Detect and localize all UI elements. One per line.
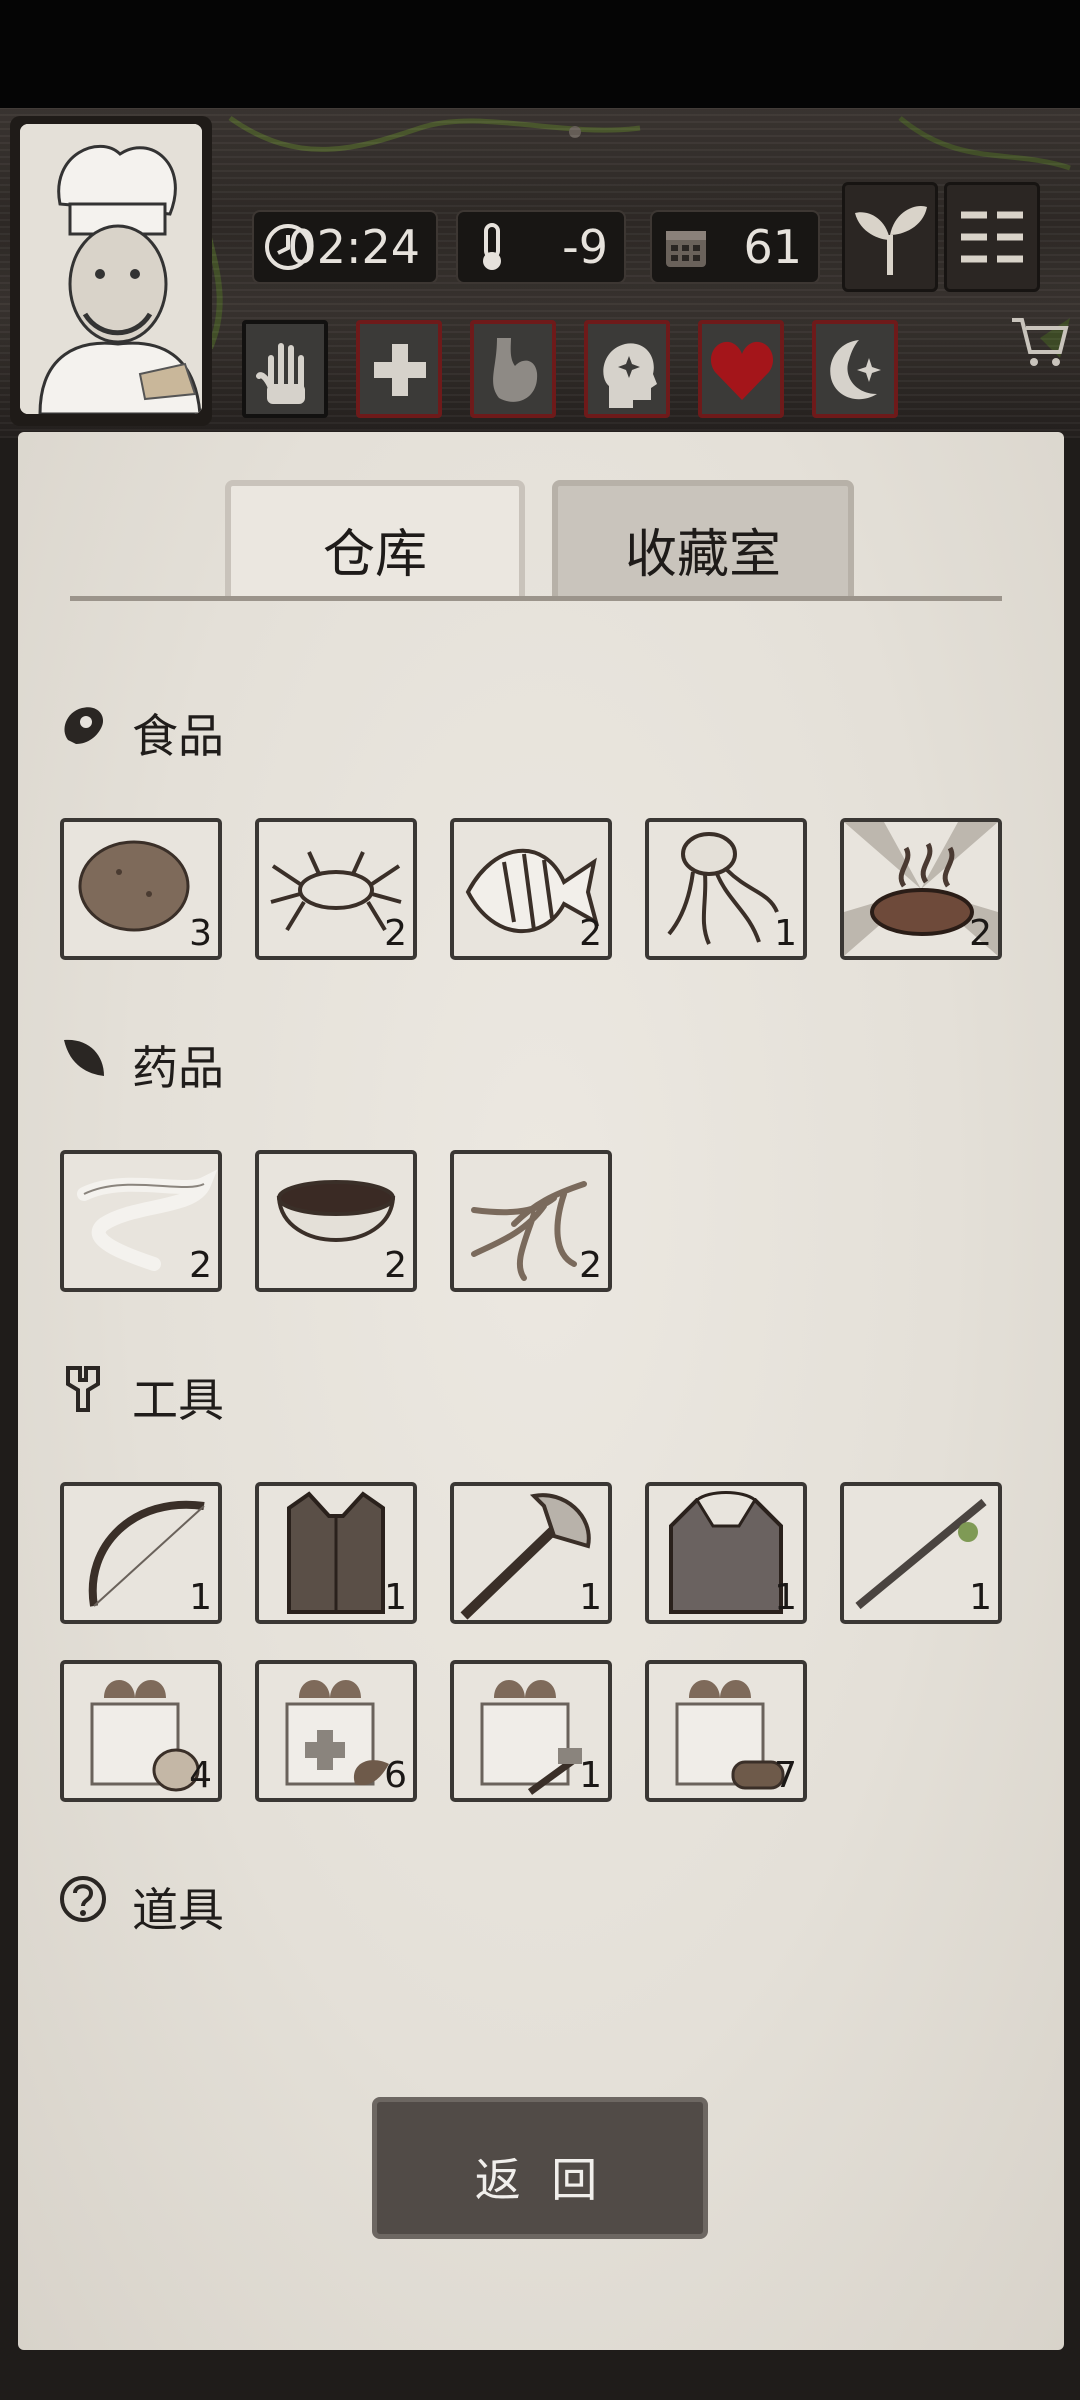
stat-stamina[interactable] <box>242 320 328 418</box>
section-tools-title: 工具 <box>132 1373 224 1427</box>
item-fish[interactable]: 2 <box>450 818 612 960</box>
item-count: 2 <box>579 1245 602 1286</box>
stat-heart[interactable] <box>698 320 784 418</box>
item-count: 7 <box>774 1755 797 1796</box>
item-count: 1 <box>969 1577 992 1618</box>
item-count: 1 <box>189 1577 212 1618</box>
leaf-icon <box>64 1039 104 1076</box>
tab-collection[interactable]: 收藏室 <box>552 480 854 598</box>
thermometer-icon <box>483 223 501 270</box>
menu-icon <box>961 211 1023 263</box>
item-count: 2 <box>969 913 992 954</box>
item-fur-coat[interactable]: 1 <box>645 1482 807 1624</box>
item-potato[interactable]: 3 <box>60 818 222 960</box>
item-spear[interactable]: 1 <box>840 1482 1002 1624</box>
moon-star-icon <box>830 340 881 400</box>
item-count: 4 <box>189 1755 212 1796</box>
item-axe[interactable]: 1 <box>450 1482 612 1624</box>
meat-icon <box>64 707 104 744</box>
heart-icon <box>710 341 774 400</box>
item-count: 6 <box>384 1755 407 1796</box>
temperature-value: -9 <box>562 220 608 274</box>
sprout-button[interactable] <box>842 182 938 292</box>
right-border <box>1062 438 1080 2400</box>
bottom-border <box>0 2350 1080 2400</box>
tab-warehouse-label: 仓库 <box>322 525 427 585</box>
item-crab[interactable]: 2 <box>255 818 417 960</box>
section-props-title: 道具 <box>132 1883 224 1937</box>
hand-icon <box>256 343 305 404</box>
item-medicine-gift-box[interactable]: 6 <box>255 1660 417 1802</box>
question-mark-icon <box>60 1876 106 1922</box>
day-value: 61 <box>743 220 802 274</box>
calendar-icon <box>666 231 706 267</box>
time-value: 02:24 <box>287 220 420 274</box>
top-status-bar <box>0 0 1080 108</box>
item-bow[interactable]: 1 <box>60 1482 222 1624</box>
item-food-gift-box[interactable]: 4 <box>60 1660 222 1802</box>
item-grilled-steak[interactable]: 2 <box>840 818 1002 960</box>
stomach-icon <box>493 338 538 402</box>
item-wood-gift-box[interactable]: 7 <box>645 1660 807 1802</box>
item-herbal-soup[interactable]: 2 <box>255 1150 417 1292</box>
tab-divider <box>70 596 1002 601</box>
section-food-title: 食品 <box>132 709 224 763</box>
wrench-icon <box>66 1366 100 1412</box>
item-count: 2 <box>384 913 407 954</box>
temperature-display: -9 <box>456 210 626 284</box>
medical-cross-icon <box>374 344 426 396</box>
tab-collection-label: 收藏室 <box>624 525 781 585</box>
back-button[interactable]: 返 回 <box>372 2097 708 2239</box>
stat-sleep[interactable] <box>812 320 898 418</box>
item-count: 1 <box>774 1577 797 1618</box>
chef-portrait-image <box>20 124 202 414</box>
character-portrait[interactable] <box>10 116 212 426</box>
section-medicine-title: 药品 <box>132 1041 224 1095</box>
item-count: 1 <box>774 913 797 954</box>
item-count: 2 <box>189 1245 212 1286</box>
stat-hunger[interactable] <box>470 320 556 418</box>
shopping-cart-icon[interactable] <box>1006 308 1070 372</box>
item-tool-gift-box[interactable]: 1 <box>450 1660 612 1802</box>
stat-health[interactable] <box>356 320 442 418</box>
day-display: 61 <box>650 210 820 284</box>
stat-mind[interactable] <box>584 320 670 418</box>
back-button-label: 返 回 <box>474 2153 606 2207</box>
menu-button[interactable] <box>944 182 1040 292</box>
item-count: 3 <box>189 913 212 954</box>
item-count: 1 <box>384 1577 407 1618</box>
sprout-icon <box>855 205 927 275</box>
time-display: 02:24 <box>252 210 438 284</box>
head-sparkle-icon <box>603 343 657 408</box>
item-jellyfish[interactable]: 1 <box>645 818 807 960</box>
item-count: 1 <box>579 1755 602 1796</box>
item-count: 2 <box>579 913 602 954</box>
tab-warehouse[interactable]: 仓库 <box>225 480 525 598</box>
item-bandage[interactable]: 2 <box>60 1150 222 1292</box>
item-count: 1 <box>579 1577 602 1618</box>
item-ginseng[interactable]: 2 <box>450 1150 612 1292</box>
item-count: 2 <box>384 1245 407 1286</box>
item-vest[interactable]: 1 <box>255 1482 417 1624</box>
